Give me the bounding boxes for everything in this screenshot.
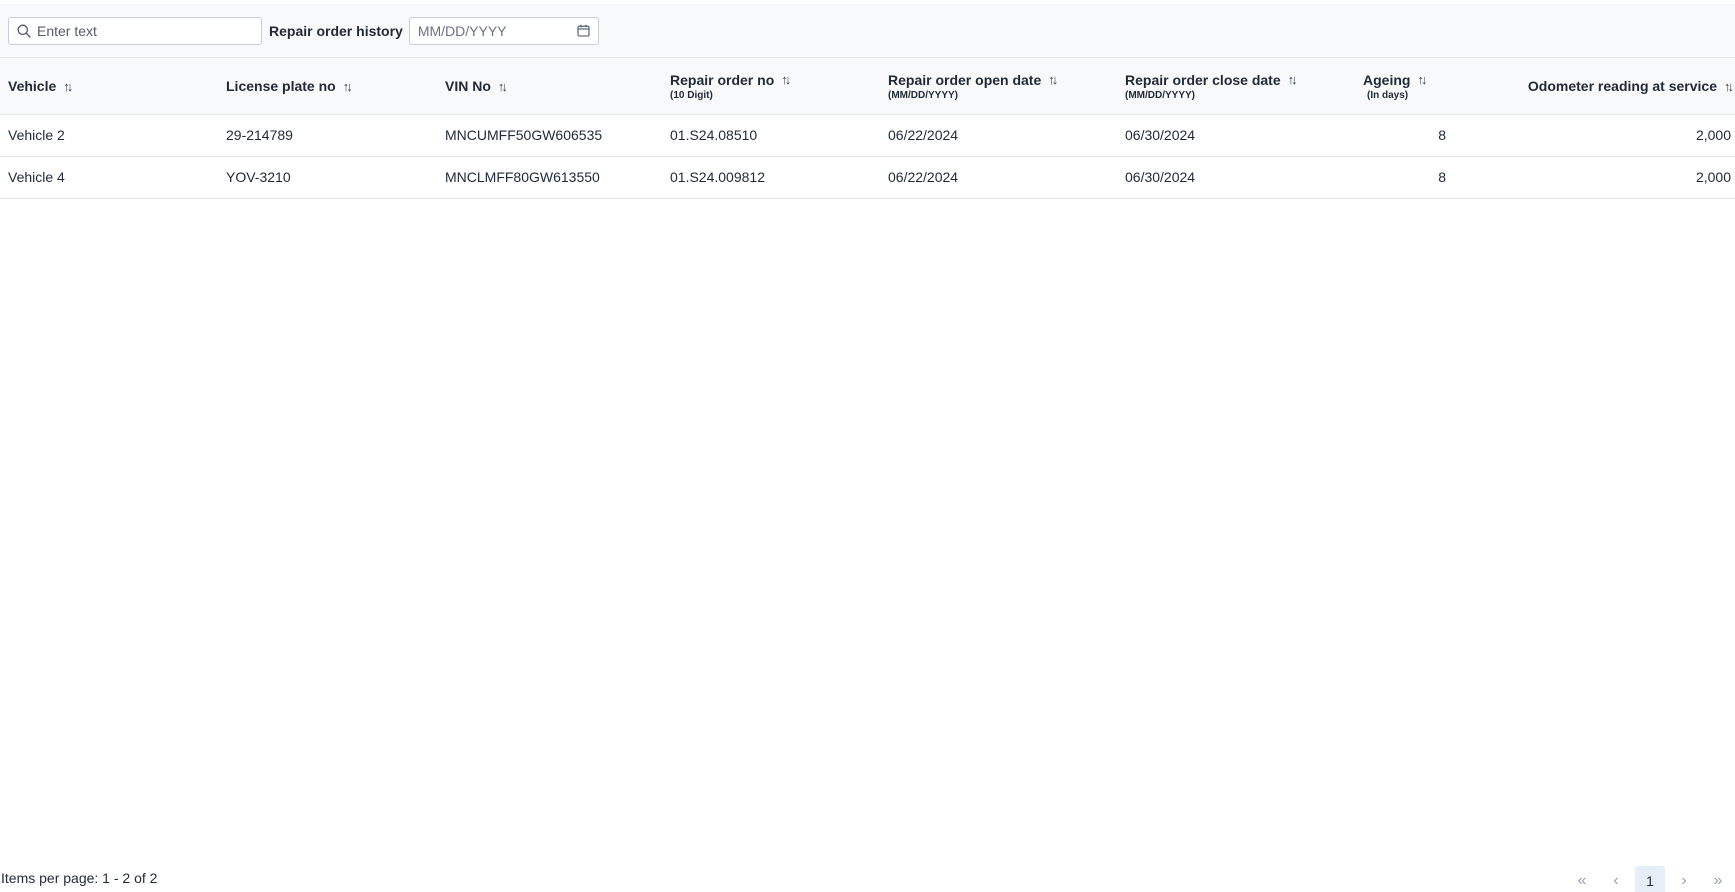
sort-icon[interactable]: ↑↓ bbox=[1417, 72, 1427, 87]
column-title: Odometer reading at service bbox=[1527, 78, 1717, 94]
cell-license-plate: 29-214789 bbox=[226, 127, 293, 143]
cell-vin: MNCUMFF50GW606535 bbox=[445, 127, 603, 143]
cell-ageing: 8 bbox=[1438, 169, 1446, 185]
table-footer: Items per page: 1 - 2 of 2 « ‹ 1 › » bbox=[0, 866, 1735, 892]
sort-icon[interactable]: ↑↓ bbox=[63, 79, 73, 94]
cell-repair-order-no: 01.S24.009812 bbox=[670, 169, 765, 185]
repair-order-table: Vehicle ↑↓ License plate no ↑↓ VIN No ↑↓ Re… bbox=[0, 57, 1735, 199]
column-subtitle: (10 Digit) bbox=[670, 89, 713, 101]
last-page-button[interactable]: » bbox=[1703, 866, 1733, 892]
cell-close-date: 06/30/2024 bbox=[1125, 127, 1196, 143]
sort-icon[interactable]: ↑↓ bbox=[1724, 79, 1734, 94]
column-header-vin[interactable]: VIN No ↑↓ bbox=[445, 58, 508, 114]
cell-vin: MNCLMFF80GW613550 bbox=[445, 169, 600, 185]
column-subtitle: (MM/DD/YYYY) bbox=[1125, 89, 1195, 101]
column-subtitle: (MM/DD/YYYY) bbox=[888, 89, 958, 101]
cell-odometer: 2,000 bbox=[1695, 127, 1731, 143]
column-title: Ageing bbox=[1363, 71, 1411, 88]
column-title: VIN No bbox=[445, 78, 491, 94]
search-box[interactable] bbox=[8, 16, 262, 45]
cell-vehicle: Vehicle 2 bbox=[8, 127, 65, 143]
column-header-open-date[interactable]: Repair order open date ↑↓ (MM/DD/YYYY) bbox=[888, 58, 1058, 114]
filter-toolbar: Repair order history bbox=[0, 4, 1735, 57]
date-picker[interactable] bbox=[408, 16, 599, 45]
cell-ageing: 8 bbox=[1438, 127, 1446, 143]
column-header-repair-order-no[interactable]: Repair order no ↑↓ (10 Digit) bbox=[670, 58, 791, 114]
cell-repair-order-no: 01.S24.08510 bbox=[670, 127, 758, 143]
search-input[interactable] bbox=[37, 22, 247, 39]
first-page-button[interactable]: « bbox=[1567, 866, 1597, 892]
column-header-vehicle[interactable]: Vehicle ↑↓ bbox=[8, 58, 73, 114]
sort-icon[interactable]: ↑↓ bbox=[343, 79, 353, 94]
column-header-ageing[interactable]: Ageing ↑↓ (In days) bbox=[1363, 58, 1427, 114]
next-page-button[interactable]: › bbox=[1669, 866, 1699, 892]
repair-order-history-label: Repair order history bbox=[269, 22, 403, 39]
cell-license-plate: YOV-3210 bbox=[226, 169, 291, 185]
column-header-odometer[interactable]: Odometer reading at service ↑↓ bbox=[1527, 58, 1734, 114]
cell-open-date: 06/22/2024 bbox=[888, 169, 959, 185]
table-row[interactable]: Vehicle 4 YOV-3210 MNCLMFF80GW613550 01.… bbox=[0, 157, 1735, 199]
calendar-icon[interactable] bbox=[577, 24, 590, 37]
column-header-close-date[interactable]: Repair order close date ↑↓ (MM/DD/YYYY) bbox=[1125, 58, 1298, 114]
page-1-button[interactable]: 1 bbox=[1635, 866, 1665, 892]
table-header: Vehicle ↑↓ License plate no ↑↓ VIN No ↑↓ Re… bbox=[0, 57, 1735, 115]
cell-close-date: 06/30/2024 bbox=[1125, 169, 1196, 185]
column-title: Repair order open date bbox=[888, 71, 1042, 88]
column-title: License plate no bbox=[226, 78, 336, 94]
sort-icon[interactable]: ↑↓ bbox=[781, 72, 791, 87]
items-per-page-info: Items per page: 1 - 2 of 2 bbox=[1, 870, 158, 886]
column-title: Vehicle bbox=[8, 78, 57, 94]
cell-open-date: 06/22/2024 bbox=[888, 127, 959, 143]
search-icon bbox=[17, 24, 31, 38]
table-row[interactable]: Vehicle 2 29-214789 MNCUMFF50GW606535 01… bbox=[0, 115, 1735, 157]
repair-order-history-page: Repair order history Vehicle ↑↓ License p… bbox=[0, 0, 1735, 892]
sort-icon[interactable]: ↑↓ bbox=[1288, 72, 1298, 87]
sort-icon[interactable]: ↑↓ bbox=[498, 79, 508, 94]
column-subtitle: (In days) bbox=[1367, 89, 1409, 101]
cell-odometer: 2,000 bbox=[1695, 169, 1731, 185]
column-title: Repair order no bbox=[670, 71, 775, 88]
sort-icon[interactable]: ↑↓ bbox=[1048, 72, 1058, 87]
column-title: Repair order close date bbox=[1125, 71, 1281, 88]
cell-vehicle: Vehicle 4 bbox=[8, 169, 65, 185]
pagination: « ‹ 1 › » bbox=[1563, 866, 1733, 892]
column-header-license-plate[interactable]: License plate no ↑↓ bbox=[226, 58, 353, 114]
date-input[interactable] bbox=[417, 22, 568, 39]
previous-page-button[interactable]: ‹ bbox=[1601, 866, 1631, 892]
